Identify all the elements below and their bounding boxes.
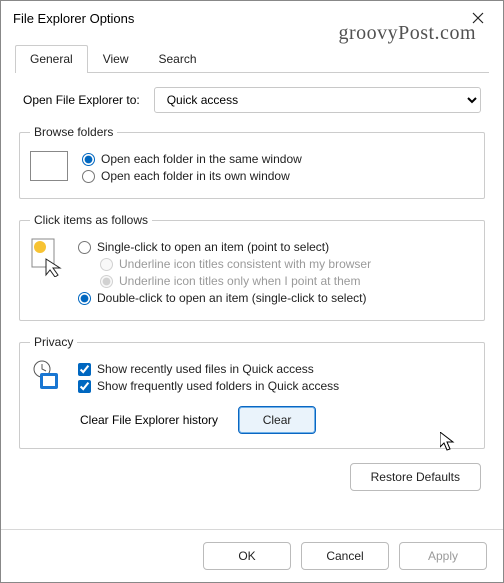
click-items-group: Click items as follows Single-click to o…	[19, 213, 485, 321]
radio-underline-browser-label: Underline icon titles consistent with my…	[119, 257, 371, 271]
radio-same-window-label: Open each folder in the same window	[101, 152, 302, 166]
cursor-icon	[440, 432, 456, 452]
restore-defaults-button[interactable]: Restore Defaults	[350, 463, 481, 491]
dialog-body: General View Search Open File Explorer t…	[1, 35, 503, 529]
folder-window-icon	[30, 151, 68, 181]
radio-underline-point	[100, 275, 113, 288]
tab-search[interactable]: Search	[144, 45, 212, 73]
click-icon	[30, 237, 64, 277]
radio-single-click[interactable]	[78, 241, 91, 254]
check-freq-folders-label: Show frequently used folders in Quick ac…	[97, 379, 339, 393]
tabs: General View Search	[15, 45, 489, 73]
open-explorer-label: Open File Explorer to:	[23, 93, 140, 107]
radio-double-click-label: Double-click to open an item (single-cli…	[97, 291, 366, 305]
check-recent-files-label: Show recently used files in Quick access	[97, 362, 314, 376]
radio-underline-browser	[100, 258, 113, 271]
browse-folders-legend: Browse folders	[30, 125, 117, 139]
radio-underline-point-label: Underline icon titles only when I point …	[119, 274, 360, 288]
cancel-button[interactable]: Cancel	[301, 542, 389, 570]
window: File Explorer Options groovyPost.com Gen…	[0, 0, 504, 583]
radio-double-click[interactable]	[78, 292, 91, 305]
radio-single-click-label: Single-click to open an item (point to s…	[97, 240, 329, 254]
apply-button: Apply	[399, 542, 487, 570]
clear-button[interactable]: Clear	[238, 406, 316, 434]
open-explorer-row: Open File Explorer to: Quick access	[15, 87, 489, 125]
privacy-group: Privacy Show recently used files in Quic…	[19, 335, 485, 449]
check-recent-files[interactable]	[78, 363, 91, 376]
open-explorer-select[interactable]: Quick access	[154, 87, 481, 113]
ok-button[interactable]: OK	[203, 542, 291, 570]
privacy-legend: Privacy	[30, 335, 77, 349]
dialog-footer: OK Cancel Apply	[1, 529, 503, 582]
radio-own-window[interactable]	[82, 170, 95, 183]
click-items-legend: Click items as follows	[30, 213, 152, 227]
check-freq-folders[interactable]	[78, 380, 91, 393]
tab-general[interactable]: General	[15, 45, 88, 73]
browse-folders-group: Browse folders Open each folder in the s…	[19, 125, 485, 199]
radio-same-window[interactable]	[82, 153, 95, 166]
privacy-icon	[30, 359, 64, 393]
clear-history-label: Clear File Explorer history	[80, 413, 218, 427]
watermark: groovyPost.com	[338, 22, 476, 45]
radio-own-window-label: Open each folder in its own window	[101, 169, 290, 183]
tab-view[interactable]: View	[88, 45, 144, 73]
